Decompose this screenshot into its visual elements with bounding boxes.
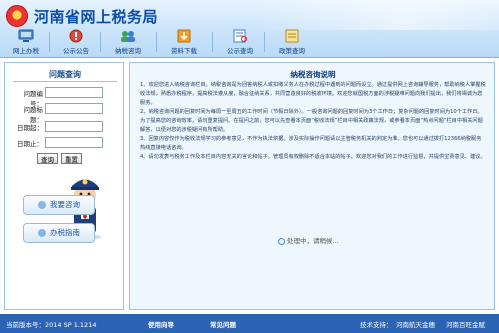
nav-label: 网上办税 xyxy=(13,47,39,55)
nav-item-consult[interactable]: 纳税咨询 xyxy=(108,28,148,56)
reset-button[interactable]: 重置 xyxy=(61,153,82,164)
query-sidebar: 问题查询 问题编号： 问题标题： 日期起： 日期止： 查询 重置 我要咨询 办税… xyxy=(4,62,124,310)
ask-question-label: 我要咨询 xyxy=(50,200,80,209)
consult-icon xyxy=(121,31,135,42)
ask-question-button[interactable]: 我要咨询 xyxy=(23,195,95,215)
loading-icon xyxy=(278,237,285,245)
support-label: 技术支持： xyxy=(360,321,393,329)
tax-guide-label: 办税指南 xyxy=(50,228,80,237)
sidebar-title: 问题查询 xyxy=(49,70,81,79)
download-icon xyxy=(177,29,191,43)
support-vendor-2: 河南百旺金赋 xyxy=(446,321,485,329)
nav-divider xyxy=(49,32,50,52)
date-end-input[interactable] xyxy=(45,137,103,148)
loading-status: 处理中，请稍候... xyxy=(278,235,339,245)
date-end-label: 日期止： xyxy=(17,140,43,148)
query-button[interactable]: 查询 xyxy=(37,153,58,164)
date-start-label: 日期起： xyxy=(17,124,43,132)
title-label: 问题标题： xyxy=(23,106,44,124)
query-icon xyxy=(233,29,248,43)
question-icon xyxy=(38,201,46,209)
tax-guide-button[interactable]: 办税指南 xyxy=(23,223,95,243)
nav-item-online-tax[interactable]: 网上办税 xyxy=(6,28,46,56)
help-link[interactable]: 使用向导 xyxy=(148,319,174,329)
guide-icon xyxy=(38,229,46,237)
notice-paragraph: 1、欢迎您进入纳税咨询栏目。纳税咨询是为回答纳税人或扣缴义务人在办税过程中遇到的… xyxy=(140,82,486,106)
question-title-input[interactable] xyxy=(45,103,103,114)
header: 河南省网上税务局 网上办税 公示公告 纳税咨询 资料下载 公示查询 政策查询 xyxy=(0,0,499,58)
nav-label: 政策查询 xyxy=(279,47,305,55)
policy-icon xyxy=(285,29,299,43)
notice-body: 1、欢迎您进入纳税咨询栏目。纳税咨询是为回答纳税人或扣缴义务人在办税过程中遇到的… xyxy=(140,81,486,239)
nav-label: 纳税咨询 xyxy=(115,47,141,55)
footer: 当前版本号：2014 SP 1.1214 使用向导 常见问题 技术支持： 河南航… xyxy=(0,314,499,333)
nav-label: 公示查询 xyxy=(227,47,253,55)
divider xyxy=(13,81,117,82)
faq-link[interactable]: 常见问题 xyxy=(210,319,236,329)
computer-icon xyxy=(18,29,34,42)
nav-label: 资料下载 xyxy=(171,47,197,55)
consult-notice-panel: 纳税咨询说明 1、欢迎您进入纳税咨询栏目。纳税咨询是为回答纳税人或扣缴义务人在办… xyxy=(129,62,495,310)
tax-emblem-icon xyxy=(6,5,28,27)
nav-divider xyxy=(156,32,157,52)
notice-paragraph: 4、请勿发表与税务工作及本栏目内容无关的言论和帖子。管理员有权删除不适合本站的帖… xyxy=(140,154,486,160)
site-title: 河南省网上税务局 xyxy=(34,8,159,26)
notice-title: 纳税咨询说明 xyxy=(290,70,336,79)
date-start-input[interactable] xyxy=(45,121,103,132)
nav-item-announcement[interactable]: 公示公告 xyxy=(56,28,96,56)
support-vendor-1: 河南航天金穗 xyxy=(396,321,435,329)
nav-divider xyxy=(212,32,213,52)
form-buttons: 查询 重置 xyxy=(11,153,119,165)
nav-divider xyxy=(264,32,265,52)
nav-divider xyxy=(100,32,101,52)
nav-item-public-query[interactable]: 公示查询 xyxy=(220,28,260,56)
nav-label: 公示公告 xyxy=(63,47,89,55)
main-nav: 网上办税 公示公告 纳税咨询 资料下载 公示查询 政策查询 xyxy=(0,28,499,56)
notice-icon xyxy=(69,29,83,43)
nav-item-download[interactable]: 资料下载 xyxy=(164,28,204,56)
notice-paragraph: 3、回复内容仅作为税收法规学习的参考意见，不作为执法依据。涉及实际操作问题请以主… xyxy=(140,136,482,151)
header-decoration xyxy=(259,0,499,30)
version-info: 当前版本号：2014 SP 1.1214 xyxy=(6,321,97,329)
nav-item-policy[interactable]: 政策查询 xyxy=(272,28,312,56)
question-number-input[interactable] xyxy=(45,87,103,98)
notice-paragraph: 2、纳税咨询问题的回复时间为每周一至周五的工作时间（节假日除外）。一般咨询问题的… xyxy=(140,109,483,133)
loading-text: 处理中，请稍候... xyxy=(287,237,339,245)
